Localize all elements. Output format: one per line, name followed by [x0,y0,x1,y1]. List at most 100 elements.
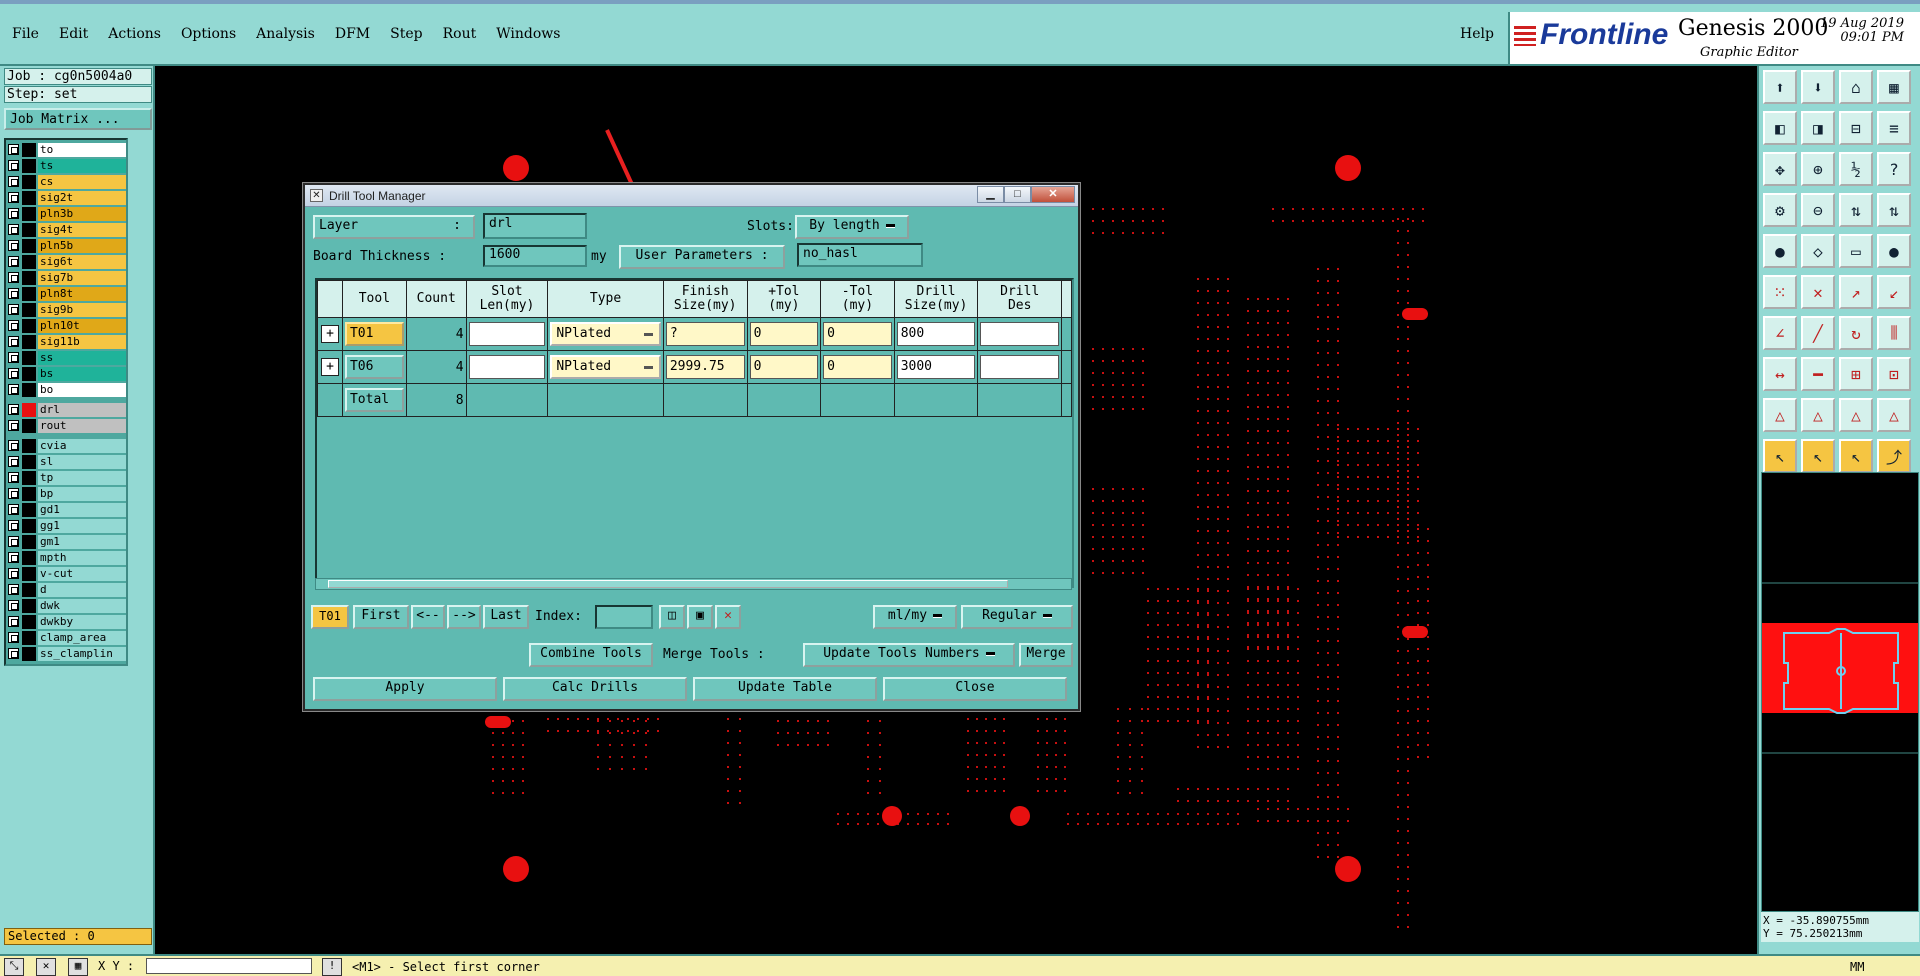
apply-button[interactable]: Apply [313,677,497,701]
tool-cell[interactable]: T01 [344,322,404,346]
layer-name[interactable]: gm1 [38,534,126,549]
plus-tol-input[interactable]: 0 [749,322,819,346]
shape-icon[interactable]: ◇ [1801,234,1835,268]
pointer-box-icon[interactable]: ↖ [1839,439,1873,473]
layer-row[interactable]: pln8t [8,286,126,301]
plus-tol-input[interactable]: 0 [749,355,819,379]
xy-input[interactable] [146,958,312,974]
layer-row[interactable]: clamp_area [8,630,126,645]
layer-row[interactable]: bo [8,382,126,397]
user-parameters-input[interactable]: no_hasl [797,243,923,267]
menu-actions[interactable]: Actions [108,26,161,42]
layer-checkbox[interactable] [8,600,19,611]
layer-name[interactable]: pln8t [38,286,126,301]
layer-name[interactable]: dwkby [38,614,126,629]
column-header[interactable]: Count [405,280,467,318]
layer-row[interactable]: sig4t [8,222,126,237]
zoom-icon[interactable]: ⤡ [4,958,24,976]
layer-row[interactable]: pln3b [8,206,126,221]
layer-row[interactable]: drl [8,402,126,417]
column-header[interactable]: -Tol (my) [820,280,895,318]
layer-row[interactable]: pln10t [8,318,126,333]
net-icon[interactable]: ⁙ [1763,275,1797,309]
finish-size-input[interactable]: 2999.75 [665,355,745,379]
close-button[interactable]: Close [883,677,1067,701]
layer-name[interactable]: bs [38,366,126,381]
layer-row[interactable]: cs [8,174,126,189]
maximize-button[interactable]: □ [1004,186,1031,203]
table-icon[interactable]: ▣ [687,605,713,629]
menu-dfm[interactable]: DFM [335,26,370,42]
move-left-icon[interactable]: ◧ [1763,111,1797,145]
bus-icon[interactable]: ⫼ [1877,316,1911,350]
layer-row[interactable]: sig2t [8,190,126,205]
scrollbar-thumb[interactable] [328,580,1008,588]
span-icon[interactable]: ↔ [1763,357,1797,391]
layer-name[interactable]: bp [38,486,126,501]
pointer-chain-icon[interactable]: ⤴ [1877,439,1911,473]
layer-checkbox[interactable] [8,224,19,235]
layer-name[interactable]: gd1 [38,502,126,517]
rectangle-icon[interactable]: ▭ [1839,234,1873,268]
layer-row[interactable]: dwk [8,598,126,613]
layer-checkbox[interactable] [8,240,19,251]
layer-checkbox[interactable] [8,176,19,187]
layer-checkbox[interactable] [8,488,19,499]
layer-checkbox[interactable] [8,472,19,483]
tool-cell[interactable]: T06 [344,355,404,379]
overview-map[interactable] [1761,472,1919,912]
layer-name[interactable]: dwk [38,598,126,613]
layer-checkbox[interactable] [8,456,19,467]
measure-v-icon[interactable]: ⇅ [1839,193,1873,227]
layer-checkbox[interactable] [8,568,19,579]
triangle-b-icon[interactable]: △ [1839,398,1873,432]
layer-row[interactable]: gd1 [8,502,126,517]
job-matrix-button[interactable]: Job Matrix ... [4,108,152,130]
layer-checkbox[interactable] [8,520,19,531]
layer-name[interactable]: sig7b [38,270,126,285]
merge-button[interactable]: Merge [1019,643,1073,667]
layer-name[interactable]: mpth [38,550,126,565]
minus-tol-input[interactable]: 0 [823,322,892,346]
calc-drills-button[interactable]: Calc Drills [503,677,687,701]
layer-up-icon[interactable]: ⬆ [1763,70,1797,104]
drill-size-input[interactable]: 800 [896,322,976,346]
layer-checkbox[interactable] [8,384,19,395]
layer-row[interactable]: d [8,582,126,597]
layer-checkbox[interactable] [8,404,19,415]
menu-file[interactable]: File [12,26,39,42]
layer-checkbox[interactable] [8,304,19,315]
layer-name[interactable]: sig2t [38,190,126,205]
expand-row-icon[interactable]: + [320,358,339,376]
grid-snap-icon[interactable]: ⊞ [1839,357,1873,391]
slot-len-input[interactable] [468,355,546,379]
menu-step[interactable]: Step [390,26,422,42]
dot-icon[interactable]: ● [1877,234,1911,268]
layer-name[interactable]: sig9b [38,302,126,317]
layer-row[interactable]: sig9b [8,302,126,317]
layer-name[interactable]: sig6t [38,254,126,269]
circle-icon[interactable]: ● [1763,234,1797,268]
layer-checkbox[interactable] [8,536,19,547]
layer-row[interactable]: cvia [8,438,126,453]
drill-des-input[interactable] [980,322,1059,346]
minus-tol-input[interactable]: 0 [823,355,892,379]
layer-checkbox[interactable] [8,420,19,431]
layer-checkbox[interactable] [8,352,19,363]
layer-row[interactable]: gm1 [8,534,126,549]
layer-name[interactable]: rout [38,418,126,433]
menu-windows[interactable]: Windows [496,26,560,42]
type-dropdown[interactable]: NPlated [550,322,661,346]
connect-icon[interactable]: ↗ [1839,275,1873,309]
help-icon[interactable]: ? [1877,152,1911,186]
layer-checkbox[interactable] [8,192,19,203]
layer-name[interactable]: pln10t [38,318,126,333]
index-input[interactable] [595,605,653,629]
slot-len-input[interactable] [468,322,546,346]
move-right-icon[interactable]: ◨ [1801,111,1835,145]
layer-row[interactable]: sig6t [8,254,126,269]
split-icon[interactable]: ⊟ [1839,111,1873,145]
next-button[interactable]: --> [447,605,481,629]
menu-edit[interactable]: Edit [59,26,88,42]
close-window-button[interactable]: ✕ [1031,186,1075,203]
